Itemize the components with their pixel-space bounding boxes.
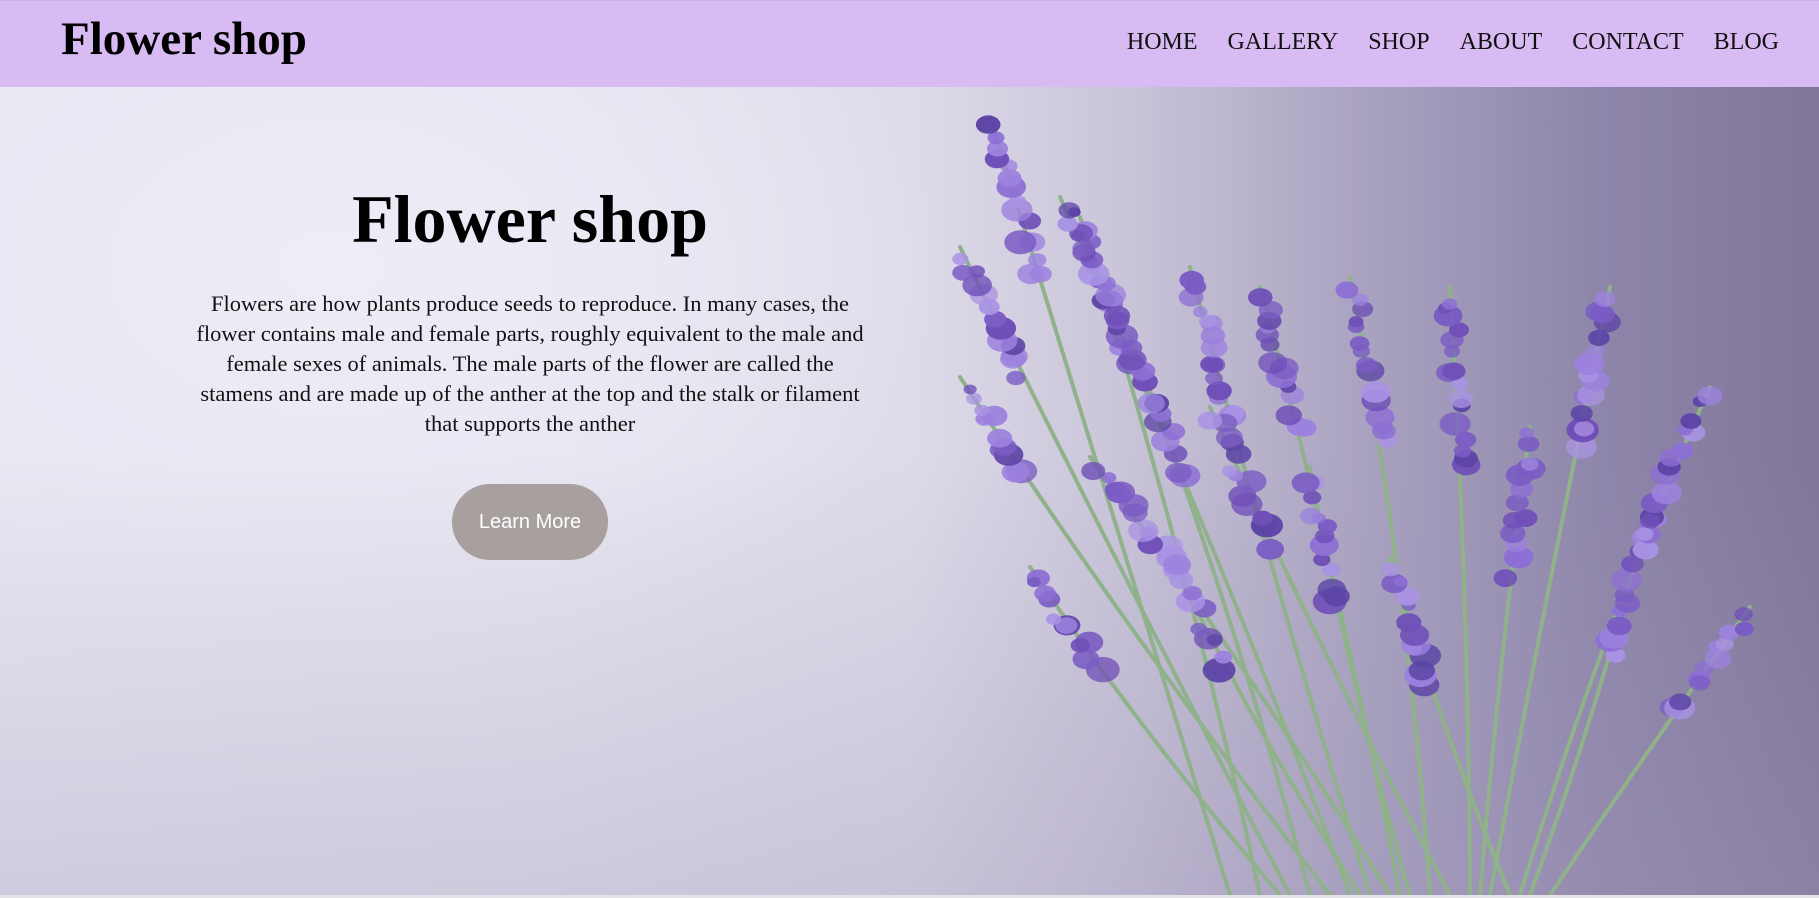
lavender-bud: [1586, 344, 1605, 359]
lavender-bud: [1200, 355, 1224, 373]
lavender-bud: [1493, 569, 1518, 587]
page: Flower shop HOME GALLERY SHOP ABOUT CONT…: [0, 0, 1819, 898]
nav-shop-link[interactable]: SHOP: [1368, 28, 1429, 57]
lavender-bouquet-image: [952, 115, 1754, 895]
lavender-bud: [1670, 442, 1694, 460]
lavender-bud: [1103, 305, 1131, 326]
lavender-bud: [1335, 281, 1359, 299]
lavender-bud: [1611, 568, 1642, 592]
lavender-bud: [1197, 411, 1223, 430]
lavender-bud: [1256, 538, 1285, 560]
lavender-bud: [1317, 578, 1347, 601]
lavender-bud: [1221, 465, 1238, 477]
lavender-bud: [1034, 585, 1056, 602]
lavender-bud: [1689, 675, 1711, 691]
lavender-bud: [1734, 621, 1754, 637]
lavender-bud: [1006, 370, 1026, 386]
lavender-bud: [1574, 421, 1595, 437]
lavender-bud: [1120, 339, 1143, 356]
lavender-bud: [1594, 291, 1616, 307]
lavender-bud: [1206, 633, 1223, 646]
lavender-bud: [1360, 380, 1391, 403]
lavender-bud: [1520, 457, 1539, 471]
lavender-bud: [1046, 613, 1062, 625]
lavender-bud: [1590, 304, 1616, 324]
lavender-bud: [1393, 576, 1408, 587]
lavender-bud: [1519, 427, 1534, 439]
lavender-bud: [1070, 230, 1085, 242]
lavender-bud: [1275, 405, 1302, 426]
hero-section: Flower shop Flowers are how plants produ…: [0, 87, 1819, 895]
lavender-bud: [1349, 336, 1370, 351]
lavender-bud: [974, 404, 990, 416]
lavender-bud: [1128, 519, 1159, 542]
lavender-bud: [1017, 263, 1045, 285]
lavender-flower-spikes: [952, 115, 1754, 720]
lavender-bud: [963, 384, 977, 395]
lavender-bud: [1137, 393, 1165, 414]
main-nav: HOME GALLERY SHOP ABOUT CONTACT BLOG: [1097, 28, 1779, 57]
lavender-bud: [1448, 389, 1474, 408]
lavender-bud: [1058, 202, 1081, 219]
nav-gallery-link[interactable]: GALLERY: [1228, 28, 1339, 57]
top-navbar: Flower shop HOME GALLERY SHOP ABOUT CONT…: [0, 0, 1819, 87]
lavender-bud: [1205, 371, 1223, 385]
lavender-bud: [1606, 616, 1632, 636]
lavender-bud: [1070, 638, 1090, 653]
brand-logo-text[interactable]: Flower shop: [61, 14, 307, 64]
learn-more-button[interactable]: Learn More: [452, 484, 608, 560]
lavender-bud: [1165, 462, 1192, 483]
lavender-bud: [1355, 357, 1378, 374]
lavender-bud: [1651, 481, 1682, 505]
lavender-bud: [987, 428, 1013, 448]
lavender-bud: [1163, 554, 1192, 576]
lavender-bud: [1348, 316, 1364, 328]
lavender-bud: [1734, 607, 1753, 622]
lavender-bud: [1192, 306, 1208, 318]
lavender-bud: [1570, 405, 1593, 422]
lavender-bud: [966, 392, 982, 405]
lavender-bud: [952, 264, 974, 281]
lavender-bud: [1300, 507, 1323, 525]
lavender-bud: [1635, 527, 1654, 541]
lavender-bud: [975, 115, 1001, 134]
lavender-bud: [1640, 513, 1661, 529]
hero-description: Flowers are how plants produce seeds to …: [196, 291, 864, 436]
lavender-bud: [1057, 216, 1078, 232]
lavender-bud: [1104, 481, 1126, 498]
nav-contact-link[interactable]: CONTACT: [1572, 28, 1683, 57]
lavender-bud: [1396, 613, 1422, 632]
nav-about-link[interactable]: ABOUT: [1460, 28, 1543, 57]
nav-home-link[interactable]: HOME: [1127, 28, 1198, 57]
lavender-bud: [1442, 362, 1466, 381]
lavender-bud: [1291, 472, 1320, 494]
nav-blog-link[interactable]: BLOG: [1714, 28, 1779, 57]
lavender-bud: [1027, 576, 1041, 588]
lavender-bud: [1081, 462, 1106, 480]
lavender-bud: [1680, 413, 1702, 429]
lavender-bud: [1697, 386, 1723, 405]
lavender-bud: [1439, 412, 1471, 436]
lavender-bud: [1190, 622, 1207, 636]
lavender-bud: [1072, 240, 1095, 257]
lavender-bud: [1179, 270, 1204, 290]
lavender-bud: [1214, 650, 1232, 664]
lavender-bud: [1442, 298, 1458, 310]
lavender-bud: [1513, 509, 1538, 527]
lavender-bud: [1669, 693, 1692, 711]
lavender-bud: [1258, 352, 1288, 374]
lavender-bud: [1381, 562, 1401, 577]
hero-title: Flower shop: [352, 181, 708, 257]
lavender-bud: [1248, 288, 1273, 307]
